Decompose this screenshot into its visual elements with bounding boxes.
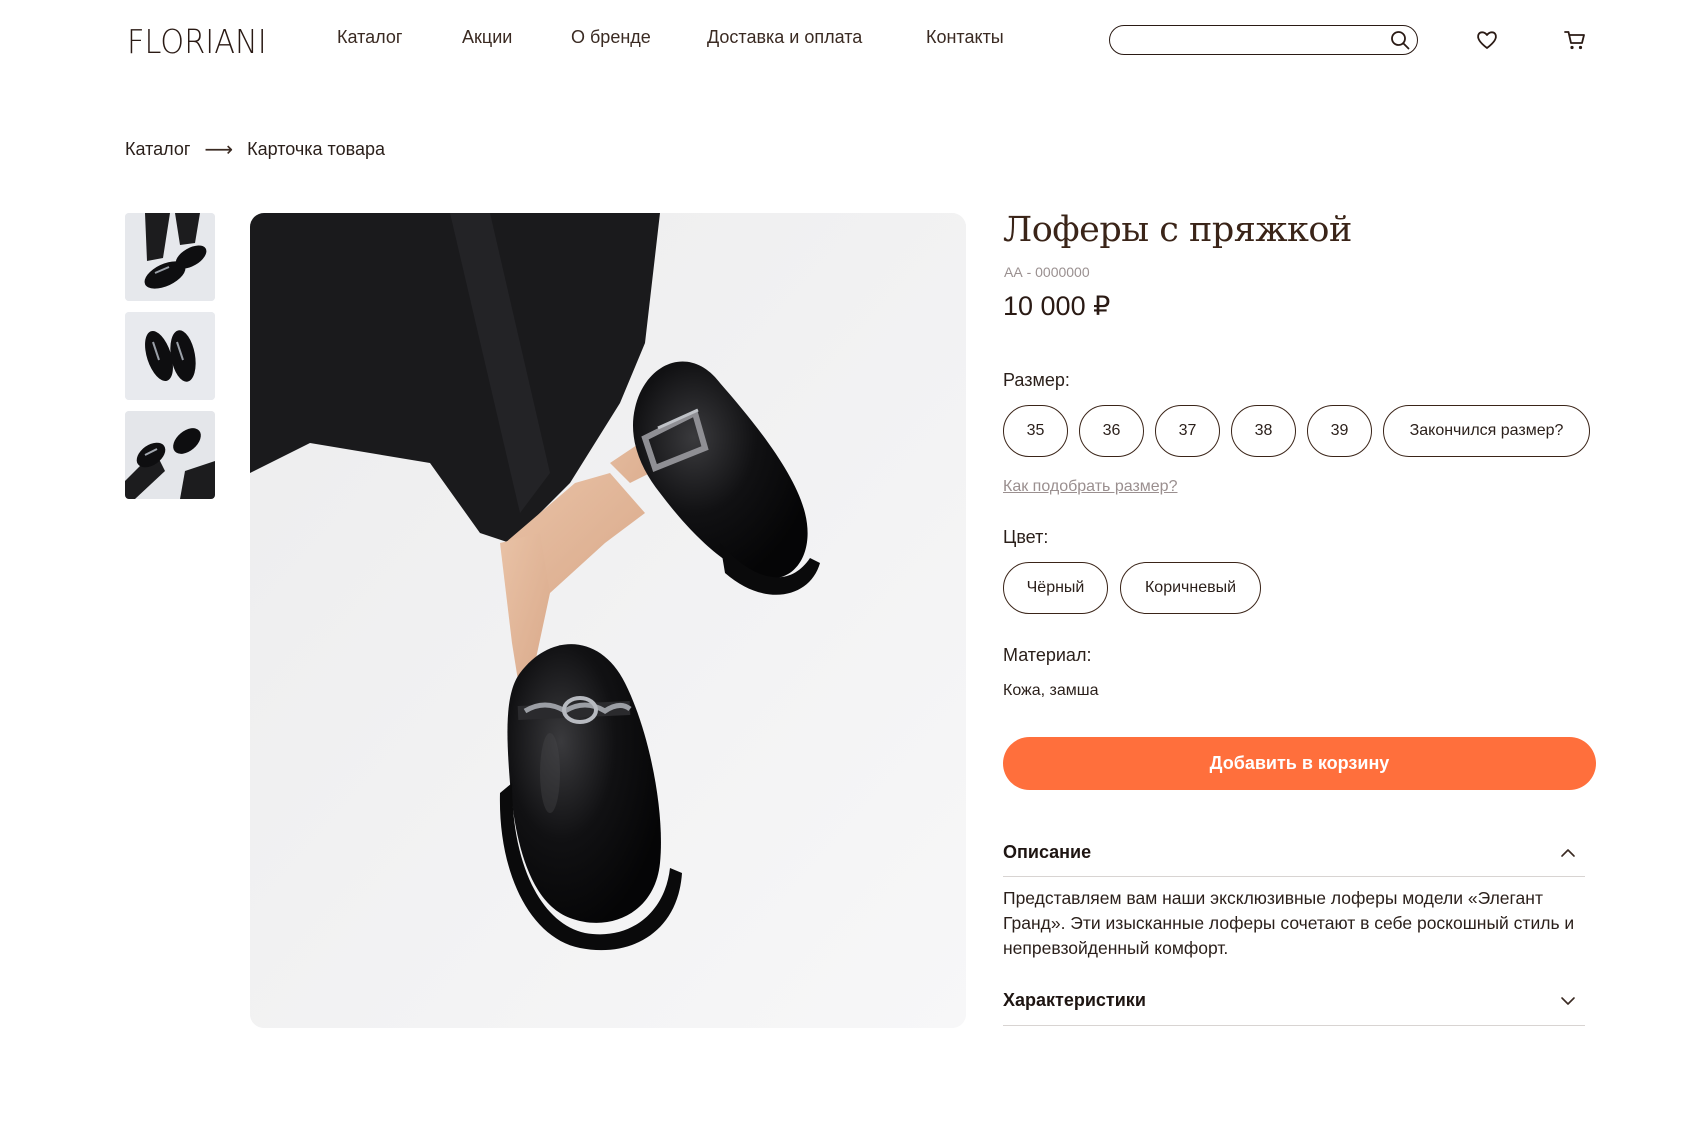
material-label: Материал: <box>1003 645 1092 665</box>
nav-catalog[interactable]: Каталог <box>337 27 402 48</box>
size-option-35[interactable]: 35 <box>1003 405 1068 457</box>
nav-contacts[interactable]: Контакты <box>926 27 1004 48</box>
size-option-39[interactable]: 39 <box>1307 405 1372 457</box>
size-guide-link[interactable]: Как подобрать размер? <box>1003 478 1177 496</box>
accordion-specs-title: Характеристики <box>1003 990 1146 1010</box>
thumbnail-2[interactable] <box>125 312 215 400</box>
color-option-black[interactable]: Чёрный <box>1003 562 1108 614</box>
search-icon[interactable] <box>1389 29 1411 51</box>
divider <box>1003 1025 1585 1026</box>
accordion-description-header[interactable]: Описание <box>1003 842 1585 863</box>
description-text: Представляем вам наши эксклюзивные лофер… <box>1003 888 1575 958</box>
accordion-description-title: Описание <box>1003 842 1092 862</box>
material-value: Кожа, замша <box>1003 682 1099 699</box>
chevron-down-icon[interactable] <box>1559 992 1577 1010</box>
product-main-image <box>250 213 966 1028</box>
size-out-of-stock-button[interactable]: Закончился размер? <box>1383 405 1590 457</box>
nav-delivery-payment[interactable]: Доставка и оплата <box>707 27 862 48</box>
breadcrumb-arrow-icon: ⟶ <box>204 139 234 161</box>
add-to-cart-label: Добавить в корзину <box>1209 753 1390 773</box>
product-sku: АА - 0000000 <box>1004 264 1090 280</box>
color-label: Цвет: <box>1003 527 1049 547</box>
cart-icon[interactable] <box>1561 26 1589 54</box>
divider <box>1003 876 1585 877</box>
chevron-up-icon[interactable] <box>1559 844 1577 862</box>
size-option-38[interactable]: 38 <box>1231 405 1296 457</box>
site-header: FLORIANI Каталог Акции О бренде Доставка… <box>0 0 1706 80</box>
thumbnail-3[interactable] <box>125 411 215 499</box>
nav-promotions[interactable]: Акции <box>462 27 512 48</box>
product-title: Лоферы с пряжкой <box>1003 210 1352 250</box>
accordion-specs-header[interactable]: Характеристики <box>1003 990 1585 1011</box>
thumbnail-1[interactable] <box>125 213 215 301</box>
brand-logo[interactable]: FLORIANI <box>127 22 267 61</box>
size-option-37[interactable]: 37 <box>1155 405 1220 457</box>
size-option-36[interactable]: 36 <box>1079 405 1144 457</box>
search-input[interactable] <box>1109 25 1418 55</box>
nav-about-brand[interactable]: О бренде <box>571 27 651 48</box>
add-to-cart-button[interactable]: Добавить в корзину <box>1003 737 1596 790</box>
breadcrumb: Каталог ⟶ Карточка товара <box>125 137 385 162</box>
size-label: Размер: <box>1003 370 1070 390</box>
heart-icon[interactable] <box>1473 26 1501 54</box>
product-price: 10 000 ₽ <box>1003 291 1111 321</box>
breadcrumb-catalog[interactable]: Каталог <box>125 139 190 160</box>
breadcrumb-current: Карточка товара <box>247 139 385 159</box>
color-option-brown[interactable]: Коричневый <box>1120 562 1261 614</box>
